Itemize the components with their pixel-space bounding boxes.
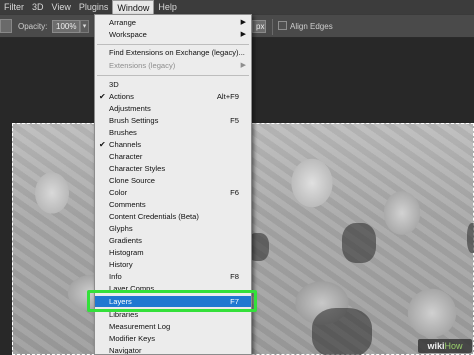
- menu-item-brush-settings[interactable]: Brush Settings F5: [95, 115, 251, 126]
- menu-item-info[interactable]: Info F8: [95, 271, 251, 282]
- layers-highlight-box: [87, 290, 257, 312]
- menu-item-shortcut: F5: [230, 116, 239, 125]
- selection-marquee-region: [312, 308, 372, 355]
- menu-item-label: Character: [109, 152, 143, 161]
- menu-item-channels[interactable]: ✔ Channels: [95, 139, 251, 150]
- menu-help[interactable]: Help: [154, 0, 181, 14]
- menu-item-histogram[interactable]: Histogram: [95, 247, 251, 258]
- selection-marquee-region: [467, 223, 474, 253]
- menu-item-label: Character Styles: [109, 164, 166, 173]
- menu-item-shortcut: Alt+F9: [216, 92, 239, 101]
- options-separator: [272, 19, 273, 35]
- menu-item-label: Gradients: [109, 236, 142, 245]
- menu-item-find-extensions[interactable]: Find Extensions on Exchange (legacy)...: [95, 47, 251, 58]
- menu-item-extensions-legacy: Extensions (legacy) ▶: [95, 60, 251, 71]
- menu-item-measurement-log[interactable]: Measurement Log: [95, 321, 251, 332]
- menu-item-content-credentials[interactable]: Content Credentials (Beta): [95, 211, 251, 222]
- menu-item-3d[interactable]: 3D: [95, 79, 251, 90]
- menu-item-label: Glyphs: [109, 224, 133, 233]
- menu-item-label: Actions: [109, 92, 134, 101]
- menu-filter[interactable]: Filter: [0, 0, 28, 14]
- menu-item-history[interactable]: History: [95, 259, 251, 270]
- wikihow-watermark: wikiHow: [418, 339, 472, 353]
- menu-item-glyphs[interactable]: Glyphs: [95, 223, 251, 234]
- checkmark-icon: ✔: [99, 92, 106, 101]
- wikihow-wiki-text: wiki: [427, 341, 445, 351]
- align-edges-checkbox[interactable]: [278, 21, 287, 30]
- menu-item-modifier-keys[interactable]: Modifier Keys: [95, 333, 251, 344]
- menu-item-label: Brush Settings: [109, 116, 159, 125]
- menu-item-label: Measurement Log: [109, 322, 171, 331]
- menu-item-label: Content Credentials (Beta): [109, 212, 199, 221]
- menu-item-clone-source[interactable]: Clone Source: [95, 175, 251, 186]
- submenu-arrow-icon: ▶: [240, 62, 246, 69]
- menu-view[interactable]: View: [48, 0, 75, 14]
- menu-item-gradients[interactable]: Gradients: [95, 235, 251, 246]
- opacity-field[interactable]: 100%: [52, 20, 80, 33]
- checkmark-icon: ✔: [99, 140, 106, 149]
- menu-window[interactable]: Window: [112, 0, 155, 14]
- menu-item-label: Info: [109, 272, 122, 281]
- menu-item-shortcut: F8: [230, 272, 239, 281]
- size-unit-field[interactable]: px: [252, 20, 266, 33]
- menu-item-arrange[interactable]: Arrange ▶: [95, 17, 251, 28]
- menu-item-label: Comments: [109, 200, 146, 209]
- menu-item-label: Histogram: [109, 248, 144, 257]
- menu-item-label: Navigator: [109, 346, 142, 355]
- menu-separator: [97, 44, 249, 45]
- menu-separator: [97, 75, 249, 76]
- menu-item-label: Color: [109, 188, 128, 197]
- opacity-label: Opacity:: [18, 22, 48, 31]
- menubar: Filter 3D View Plugins Window Help: [0, 0, 474, 14]
- menu-item-navigator[interactable]: Navigator: [95, 345, 251, 355]
- menu-plugins[interactable]: Plugins: [75, 0, 113, 14]
- menu-item-label: 3D: [109, 80, 119, 89]
- menu-item-label: Adjustments: [109, 104, 151, 113]
- menu-item-character-styles[interactable]: Character Styles: [95, 163, 251, 174]
- menu-item-color[interactable]: Color F6: [95, 187, 251, 198]
- selection-marquee-region: [342, 223, 376, 263]
- menu-3d[interactable]: 3D: [28, 0, 48, 14]
- menu-item-workspace[interactable]: Workspace ▶: [95, 29, 251, 40]
- menu-item-label: Arrange: [109, 18, 137, 27]
- menu-item-label: Extensions (legacy): [109, 61, 176, 70]
- menu-item-label: Clone Source: [109, 176, 156, 185]
- menu-item-label: Workspace: [109, 30, 147, 39]
- menu-item-brushes[interactable]: Brushes: [95, 127, 251, 138]
- menu-item-actions[interactable]: ✔ Actions Alt+F9: [95, 91, 251, 102]
- menu-item-adjustments[interactable]: Adjustments: [95, 103, 251, 114]
- wikihow-how-text: How: [444, 341, 463, 351]
- opacity-dropdown-icon[interactable]: ▾: [80, 20, 89, 33]
- menu-item-character[interactable]: Character: [95, 151, 251, 162]
- menu-item-label: History: [109, 260, 133, 269]
- submenu-arrow-icon: ▶: [240, 31, 246, 38]
- menu-item-shortcut: F6: [230, 188, 239, 197]
- menu-item-label: Find Extensions on Exchange (legacy)...: [109, 48, 245, 57]
- align-edges-label: Align Edges: [290, 22, 333, 31]
- menu-item-label: Channels: [109, 140, 142, 149]
- menu-item-comments[interactable]: Comments: [95, 199, 251, 210]
- menu-item-label: Modifier Keys: [109, 334, 156, 343]
- tool-preset-swatch[interactable]: [0, 19, 12, 33]
- menu-item-label: Brushes: [109, 128, 137, 137]
- submenu-arrow-icon: ▶: [240, 19, 246, 26]
